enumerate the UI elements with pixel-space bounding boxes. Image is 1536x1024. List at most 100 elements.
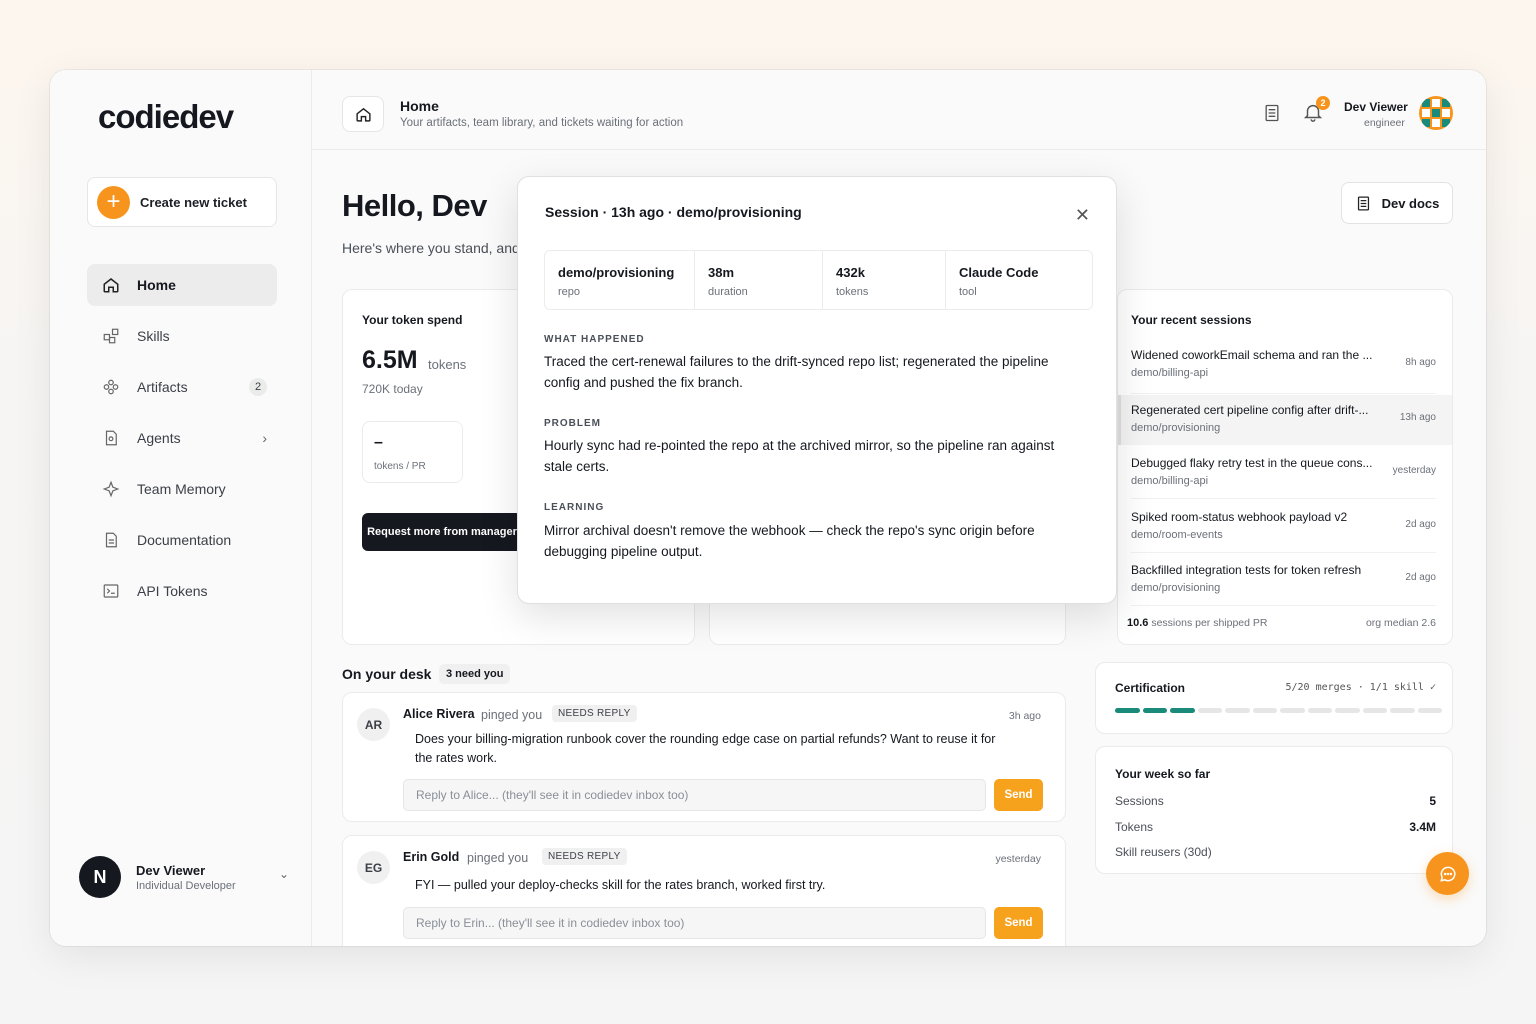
certification-title: Certification <box>1115 681 1186 695</box>
page-title: Home <box>400 98 439 114</box>
progress-segment <box>1252 708 1277 713</box>
sidebar-item-home[interactable]: Home <box>87 264 277 306</box>
plus-icon: + <box>97 185 130 219</box>
week-title: Your week so far <box>1115 767 1211 781</box>
sessions-per-pr-value: 10.6 <box>1127 617 1149 629</box>
sidebar-item-skills[interactable]: Skills <box>87 315 277 357</box>
session-repo: demo/billing-api <box>1131 475 1209 487</box>
document-icon <box>101 530 121 550</box>
session-repo: demo/room-events <box>1131 529 1223 541</box>
session-item-selected[interactable]: Regenerated cert pipeline config after d… <box>1118 395 1452 445</box>
stat-repo: demo/provisioning repo <box>545 251 695 309</box>
token-spend-value: 6.5M <box>362 346 418 374</box>
divider <box>1131 552 1436 553</box>
message-sender: Erin Gold <box>403 850 460 864</box>
sidebar-item-api-tokens[interactable]: API Tokens <box>87 570 277 612</box>
session-item[interactable]: Spiked room-status webhook payload v2 de… <box>1118 502 1452 552</box>
status-badge: NEEDS REPLY <box>552 705 637 722</box>
page-subtitle: Your artifacts, team library, and ticket… <box>400 117 684 129</box>
sidebar-item-label: Documentation <box>137 532 232 548</box>
greeting: Hello, Dev <box>342 188 487 223</box>
org-median: org median 2.6 <box>1365 617 1436 629</box>
message-time: 3h ago <box>1008 710 1041 722</box>
close-icon[interactable]: ✕ <box>1075 205 1090 226</box>
section-text: Traced the cert-renewal failures to the … <box>544 354 1049 390</box>
sidebar-item-documentation[interactable]: Documentation <box>87 519 277 561</box>
stat-value: 432k <box>836 265 865 280</box>
sidebar-item-label: API Tokens <box>137 583 208 599</box>
stat-label: tool <box>959 286 977 298</box>
section-text: Hourly sync had re-pointed the repo at t… <box>544 438 1055 474</box>
avatar: AR <box>357 708 390 741</box>
divider <box>1131 393 1436 394</box>
stat-tool: Claude Code tool <box>946 251 1092 309</box>
session-item[interactable]: Debugged flaky retry test in the queue c… <box>1118 448 1452 498</box>
top-header: Home Your artifacts, team library, and t… <box>312 70 1486 150</box>
reply-input[interactable]: Reply to Alice... (they'll see it in cod… <box>403 779 986 811</box>
message-body: Does your billing-migration runbook cove… <box>415 732 996 765</box>
progress-segment <box>1362 708 1387 713</box>
skills-icon <box>101 326 121 346</box>
create-ticket-button[interactable]: + Create new ticket <box>87 177 277 227</box>
home-icon <box>101 275 121 295</box>
week-summary-card: Your week so far Sessions 5 Tokens 3.4M … <box>1095 746 1453 874</box>
session-title: Debugged flaky retry test in the queue c… <box>1131 456 1373 470</box>
session-repo: demo/billing-api <box>1131 367 1209 379</box>
chat-button[interactable] <box>1426 852 1469 895</box>
section-label: LEARNING <box>544 502 605 513</box>
home-button[interactable] <box>342 96 384 132</box>
progress-segment <box>1115 708 1140 713</box>
week-row-value: 5 <box>1429 794 1436 808</box>
week-row-label: Sessions <box>1115 794 1164 808</box>
section-text: Mirror archival doesn't remove the webho… <box>544 523 1035 559</box>
notes-icon[interactable] <box>1262 103 1282 123</box>
sidebar-item-agents[interactable]: Agents › <box>87 417 277 459</box>
sidebar-item-label: Artifacts <box>137 379 188 395</box>
send-button[interactable]: Send <box>994 779 1043 811</box>
send-button[interactable]: Send <box>994 907 1043 939</box>
tokens-per-pr-tile: – tokens / PR <box>362 421 463 483</box>
progress-segment <box>1390 708 1415 713</box>
message-body: FYI — pulled your deploy-checks skill fo… <box>415 878 826 892</box>
session-detail-modal: Session · 13h ago · demo/provisioning ✕ … <box>517 176 1117 604</box>
session-item[interactable]: Widened coworkEmail schema and ran the .… <box>1118 340 1452 390</box>
session-time: 8h ago <box>1405 357 1436 368</box>
stat-duration: 38m duration <box>695 251 823 309</box>
stat-label: duration <box>708 286 748 298</box>
dev-docs-label: Dev docs <box>1381 195 1440 211</box>
session-title: Widened coworkEmail schema and ran the .… <box>1131 348 1373 362</box>
progress-segment <box>1280 708 1305 713</box>
user-role: Individual Developer <box>136 879 236 892</box>
certification-progress <box>1115 708 1442 713</box>
message-action: pinged you <box>467 851 529 865</box>
sidebar-item-team-memory[interactable]: Team Memory <box>87 468 277 510</box>
user-name: Dev Viewer <box>136 862 206 878</box>
sparkle-icon <box>101 479 121 499</box>
week-row-label: Skill reusers (30d) <box>1115 845 1212 859</box>
document-icon <box>1357 195 1369 211</box>
session-time: 13h ago <box>1399 412 1436 423</box>
token-spend-today: 720K today <box>362 382 423 396</box>
divider <box>1131 498 1436 499</box>
header-user-role: engineer <box>1364 117 1405 129</box>
chevron-right-icon: › <box>262 430 267 446</box>
sidebar-item-artifacts[interactable]: Artifacts 2 <box>87 366 277 408</box>
session-time: 2d ago <box>1405 572 1436 583</box>
recent-sessions-card: Your recent sessions Widened coworkEmail… <box>1117 289 1453 645</box>
week-row-tokens: Tokens 3.4M <box>1115 820 1436 834</box>
chevron-down-icon: ⌄ <box>278 867 289 881</box>
account-switcher[interactable]: N Dev Viewer Individual Developer ⌄ <box>79 855 289 899</box>
stat-label: repo <box>558 286 581 298</box>
session-item[interactable]: Backfilled integration tests for token r… <box>1118 555 1452 605</box>
dev-docs-button[interactable]: Dev docs <box>1341 182 1453 224</box>
token-spend-title: Your token spend <box>362 313 463 327</box>
week-row-label: Tokens <box>1115 820 1154 834</box>
greeting-subtitle: Here's where you stand, and <box>342 240 520 256</box>
avatar[interactable] <box>1419 96 1453 130</box>
reply-input[interactable]: Reply to Erin... (they'll see it in codi… <box>403 907 986 939</box>
stat-value: 38m <box>708 265 735 280</box>
sidebar-item-label: Skills <box>137 328 170 344</box>
desk-count-badge: 3 need you <box>439 664 511 684</box>
request-more-button[interactable]: Request more from manager <box>362 513 522 551</box>
sidebar-item-label: Home <box>137 277 176 293</box>
